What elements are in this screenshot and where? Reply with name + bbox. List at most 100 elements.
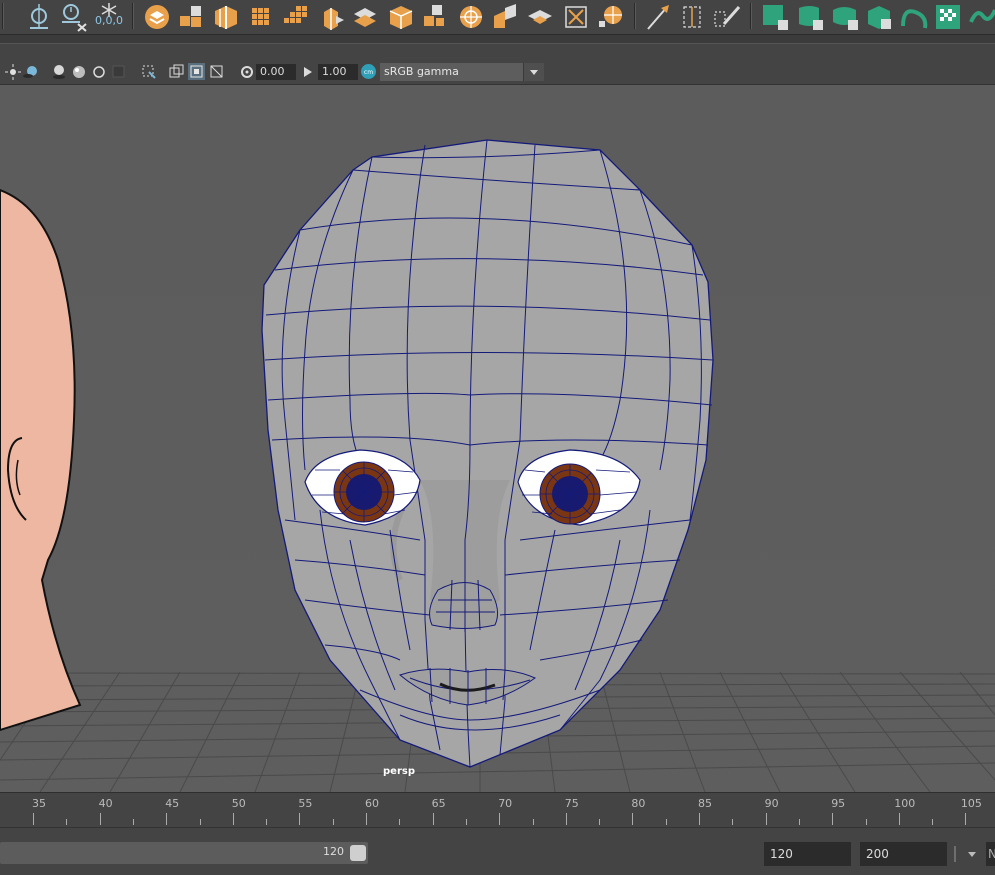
green-cylinder-icon[interactable] (795, 2, 825, 32)
grid-cube-icon[interactable] (281, 2, 311, 32)
xray-icon[interactable] (168, 63, 185, 80)
camera-icon[interactable] (24, 2, 54, 32)
range-handle[interactable] (350, 845, 366, 861)
tick-mark (499, 813, 501, 825)
motion-blur-icon[interactable] (90, 63, 107, 80)
tick-mark (765, 813, 767, 825)
green-cube-icon[interactable] (864, 2, 894, 32)
chevron-down-icon (530, 70, 538, 75)
color-space-value: sRGB gamma (384, 65, 459, 78)
color-management-icon[interactable]: cm (360, 63, 377, 80)
origin-label: 0,0,0 (95, 14, 123, 27)
range-slider[interactable]: 120 (0, 842, 368, 864)
green-box-icon[interactable] (830, 2, 860, 32)
grid-icon[interactable] (246, 2, 276, 32)
xray-joints-icon[interactable] (188, 63, 205, 80)
tick-label: 90 (764, 797, 779, 810)
shadow-icon[interactable] (22, 63, 39, 80)
tick-mark (432, 813, 434, 825)
crate-icon[interactable] (386, 2, 416, 32)
tick-label: 65 (431, 797, 446, 810)
ambient-occlusion-icon[interactable] (50, 63, 67, 80)
tick-label: 100 (894, 797, 916, 810)
wheel-icon[interactable] (456, 2, 486, 32)
dropdown-arrow[interactable] (523, 63, 544, 81)
flat-diamond-icon[interactable] (525, 2, 555, 32)
green-square-icon[interactable] (760, 2, 790, 32)
tick-mark (699, 813, 700, 825)
shelf-separator (0, 34, 995, 44)
tick-mark (632, 813, 634, 825)
tick-label: 45 (165, 797, 180, 810)
pencil-icon[interactable] (712, 2, 742, 32)
minor-tick-mark (465, 819, 467, 825)
minor-tick-mark (132, 819, 134, 825)
gamma-field[interactable]: 1.00 (318, 64, 358, 80)
viewport-toolbar: 0.00 1.00 cm sRGB gamma (0, 60, 995, 85)
exposure-icon[interactable] (238, 63, 255, 80)
frame-icon[interactable] (561, 2, 591, 32)
cubes-icon[interactable] (176, 2, 206, 32)
snowflake-icon[interactable]: 0,0,0 (93, 2, 125, 32)
tick-label: 75 (564, 797, 579, 810)
minor-tick-mark (932, 819, 934, 825)
cube-split-icon[interactable] (211, 2, 241, 32)
gamma-icon[interactable] (300, 63, 317, 80)
clock-icon[interactable] (58, 2, 88, 32)
minor-tick-mark (865, 819, 867, 825)
green-curve-icon[interactable] (899, 2, 929, 32)
tick-label: 95 (831, 797, 846, 810)
color-space-dropdown[interactable]: sRGB gamma (380, 63, 544, 81)
tick-label: 55 (298, 797, 313, 810)
minor-tick-mark (798, 819, 800, 825)
minor-tick-mark (599, 819, 601, 825)
box-icon[interactable] (316, 2, 346, 32)
ruler-baseline (0, 827, 995, 828)
shelf-divider (634, 3, 636, 29)
tick-label: 60 (365, 797, 379, 810)
range-separator-icon (954, 846, 956, 862)
tick-label: 40 (98, 797, 113, 810)
fps-field[interactable]: N (986, 842, 995, 866)
scene-canvas (0, 139, 995, 792)
diamond-icon[interactable] (350, 2, 380, 32)
tick-label: 50 (231, 797, 246, 810)
tick-mark (366, 813, 367, 825)
time-slider[interactable]: 35 40 45 50 55 60 65 70 75 80 85 90 95 100 105 (0, 792, 995, 829)
anti-alias-icon[interactable] (110, 63, 127, 80)
shaded-sphere-icon[interactable] (70, 63, 87, 80)
shelf-toolbar: 0,0,0 (0, 0, 995, 34)
tick-mark (965, 813, 967, 825)
end-time-field[interactable]: 120 (764, 842, 851, 866)
camera-label: persp (383, 766, 415, 777)
range-slider-bar: 120 120 200 N (0, 830, 995, 875)
folded-box-icon[interactable] (490, 2, 520, 32)
puzzle-icon[interactable] (420, 2, 450, 32)
tick-mark (832, 813, 834, 825)
crop-icon[interactable] (967, 2, 995, 32)
tick-label: 35 (32, 797, 46, 810)
checker-icon[interactable] (933, 2, 963, 32)
tick-label: 85 (698, 797, 712, 810)
perspective-viewport[interactable]: persp (0, 85, 995, 792)
minor-tick-mark (332, 819, 334, 825)
tick-mark (99, 813, 101, 825)
knife-icon[interactable] (643, 2, 673, 32)
anim-end-field[interactable]: 200 (860, 842, 947, 866)
range-end-value: 120 (323, 845, 344, 858)
layer-icon[interactable] (142, 2, 172, 32)
bounding-box-icon[interactable] (677, 2, 707, 32)
isolate-select-icon[interactable] (140, 63, 157, 80)
chevron-down-icon[interactable] (966, 848, 978, 860)
minor-tick-mark (199, 819, 201, 825)
tick-mark (565, 813, 567, 825)
globe-icon[interactable] (596, 2, 626, 32)
svg-text:cm: cm (364, 69, 373, 76)
exposure-field[interactable]: 0.00 (256, 64, 296, 80)
minor-tick-mark (665, 819, 667, 825)
xray-components-icon[interactable] (208, 63, 225, 80)
shelf-divider (750, 3, 752, 29)
light-icon[interactable] (4, 63, 21, 80)
minor-tick-mark (66, 819, 68, 825)
tick-mark (299, 813, 301, 825)
